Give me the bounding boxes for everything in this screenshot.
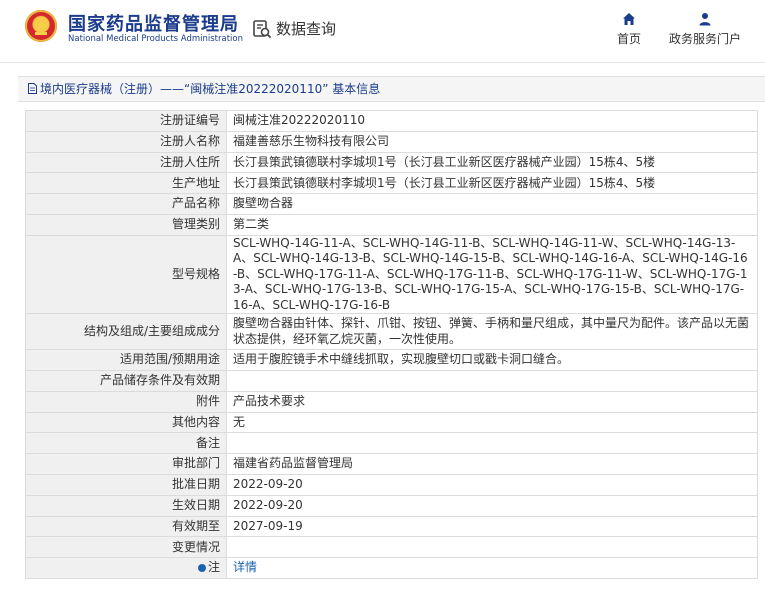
registration-detail-table: 注册证编号 闽械注准20222020110 注册人名称 福建善慈乐生物科技有限公司 … [25, 110, 758, 580]
field-label: 产品名称 [25, 193, 227, 215]
field-label: 批准日期 [25, 474, 227, 496]
table-row: 备注 [25, 432, 758, 455]
table-row: 产品储存条件及有效期 [25, 370, 758, 392]
field-label: 适用范围/预期用途 [25, 349, 227, 372]
field-label: 注册人名称 [25, 130, 227, 153]
table-row: 附件 产品技术要求 [25, 390, 758, 413]
field-value: 无 [226, 411, 758, 434]
field-label: 管理类别 [25, 213, 227, 236]
table-row: 有效期至 2027-09-19 [25, 515, 758, 538]
field-label: 其他内容 [25, 411, 227, 434]
table-row: 注册人名称 福建善慈乐生物科技有限公司 [25, 130, 758, 153]
field-value: 福建善慈乐生物科技有限公司 [226, 130, 758, 153]
field-label: 备注 [25, 432, 227, 455]
field-label: 有效期至 [25, 515, 227, 538]
table-row: 批准日期 2022-09-20 [25, 474, 758, 496]
user-icon [699, 13, 711, 26]
field-value: 腹壁吻合器由针体、探针、爪钳、按钮、弹簧、手柄和量尺组成，其中量尺为配件。该产品… [226, 313, 758, 351]
home-icon [623, 13, 635, 25]
table-row: 生产地址 长汀县策武镇德联村李城坝1号（长汀县工业新区医疗器械产业园）15栋4、5… [25, 172, 758, 195]
field-value: 第二类 [226, 213, 758, 236]
table-row: 生效日期 2022-09-20 [25, 494, 758, 517]
note-value: 详情 [226, 557, 758, 580]
breadcrumb-suffix: 基本信息 [332, 82, 381, 96]
table-row: 注册人住所 长汀县策武镇德联村李城坝1号（长汀县工业新区医疗器械产业园）15栋4、… [25, 151, 758, 174]
table-row: 其他内容无 [25, 411, 758, 434]
table-row: 审批部门 福建省药品监督管理局 [25, 453, 758, 476]
brand-name-en: National Medical Products Administration [68, 34, 243, 44]
field-label: 审批部门 [25, 453, 227, 476]
brand-name-cn[interactable]: 国家药品监督管理局 [68, 10, 239, 36]
breadcrumb-record: “闽械注准20222020110” [184, 82, 329, 96]
home-link[interactable]: 首页 [612, 12, 646, 47]
table-row: 变更情况 [25, 536, 758, 559]
field-value [226, 370, 758, 392]
breadcrumb-separator: —— [160, 82, 185, 96]
field-value: 长汀县策武镇德联村李城坝1号（长汀县工业新区医疗器械产业园）15栋4、5楼 [226, 151, 758, 174]
site-header: 国家药品监督管理局 National Medical Products Admi… [0, 0, 765, 63]
field-label: 注册证编号 [25, 110, 227, 132]
breadcrumb: 境内医疗器械（注册）——“闽械注准20222020110” 基本信息 [18, 76, 765, 102]
field-label: 型号规格 [25, 234, 227, 315]
field-label: 生效日期 [25, 494, 227, 517]
table-row: 注册证编号 闽械注准20222020110 [25, 110, 758, 132]
table-row: 适用范围/预期用途 适用于腹腔镜手术中缝线抓取，实现腹壁切口或戳卡洞口缝合。 [25, 349, 758, 372]
national-emblem-logo [25, 10, 57, 42]
table-row: 型号规格 SCL-WHQ-14G-11-A、SCL-WHQ-14G-11-B、SC… [25, 234, 758, 315]
field-value: 腹壁吻合器 [226, 193, 758, 215]
field-value: 产品技术要求 [226, 390, 758, 413]
data-query-title[interactable]: 数据查询 [252, 18, 336, 39]
table-row: 管理类别 第二类 [25, 213, 758, 236]
info-icon [197, 563, 206, 572]
note-label-text: 注 [207, 560, 220, 575]
field-value [226, 432, 758, 455]
data-query-icon [253, 19, 272, 38]
table-row: 产品名称 腹壁吻合器 [25, 193, 758, 215]
field-label: 注册人住所 [25, 151, 227, 174]
document-icon [28, 83, 37, 94]
field-value: 2027-09-19 [226, 515, 758, 538]
home-label: 首页 [616, 32, 641, 46]
field-value: 2022-09-20 [226, 494, 758, 517]
breadcrumb-category[interactable]: 境内医疗器械（注册） [40, 82, 160, 96]
table-row: 结构及组成/主要组成成分 腹壁吻合器由针体、探针、爪钳、按钮、弹簧、手柄和量尺组成… [25, 313, 758, 351]
field-label: 变更情况 [25, 536, 227, 559]
field-value: 适用于腹腔镜手术中缝线抓取，实现腹壁切口或戳卡洞口缝合。 [226, 349, 758, 372]
service-portal-link[interactable]: 政务服务门户 [664, 12, 746, 47]
note-label: 注 [25, 557, 227, 580]
field-value: 闽械注准20222020110 [226, 110, 758, 132]
field-value: 2022-09-20 [226, 474, 758, 496]
details-link[interactable]: 详情 [233, 560, 257, 574]
field-value [226, 536, 758, 559]
field-label: 产品储存条件及有效期 [25, 370, 227, 392]
field-value: SCL-WHQ-14G-11-A、SCL-WHQ-14G-11-B、SCL-WH… [226, 234, 758, 315]
table-row: 注 详情 [25, 557, 758, 580]
field-value: 福建省药品监督管理局 [226, 453, 758, 476]
field-value: 长汀县策武镇德联村李城坝1号（长汀县工业新区医疗器械产业园）15栋4、5楼 [226, 172, 758, 195]
field-label: 结构及组成/主要组成成分 [25, 313, 227, 351]
field-label: 生产地址 [25, 172, 227, 195]
field-label: 附件 [25, 390, 227, 413]
data-query-label: 数据查询 [276, 20, 337, 38]
service-portal-label: 政务服务门户 [668, 32, 741, 46]
